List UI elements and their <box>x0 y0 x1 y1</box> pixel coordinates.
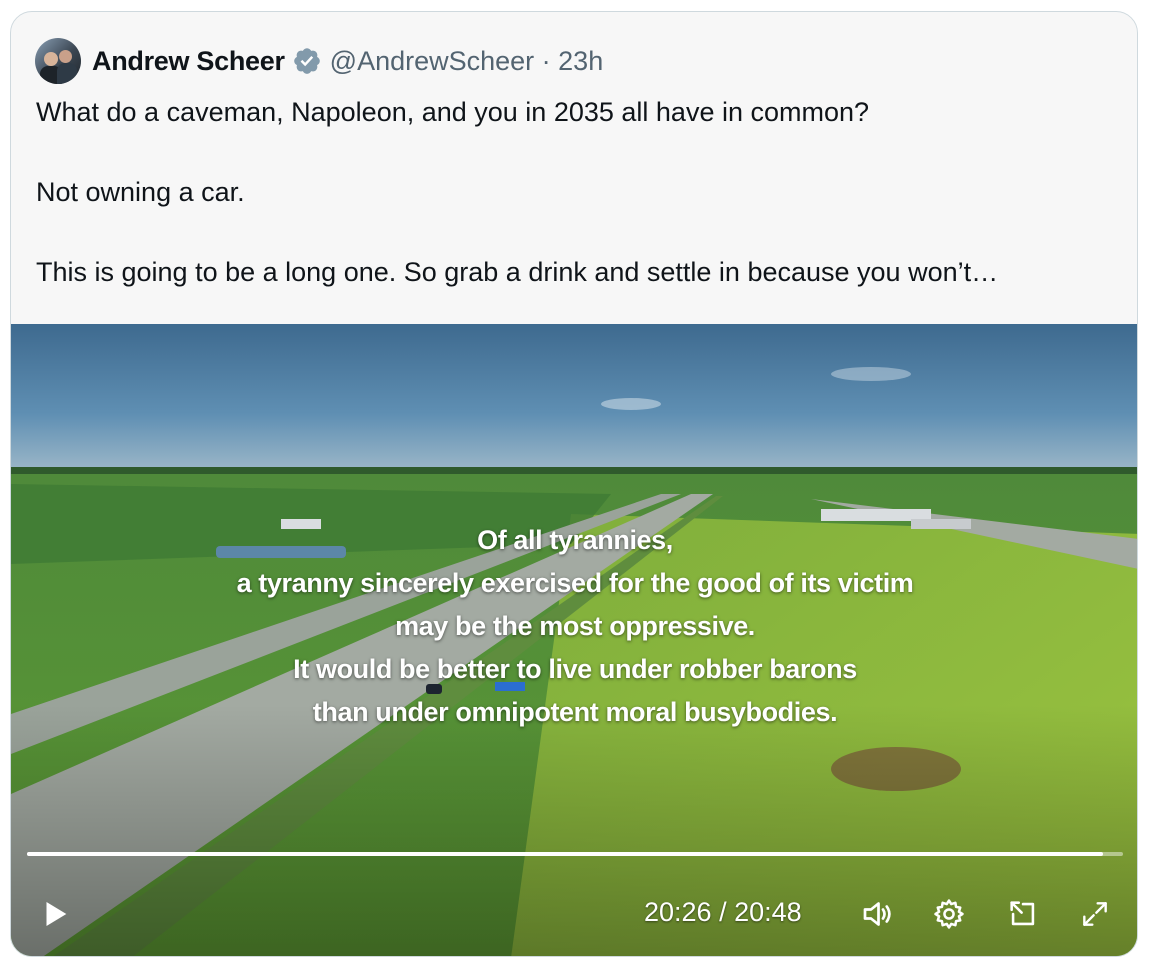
fullscreen-icon[interactable] <box>1075 894 1115 934</box>
author-avatar[interactable] <box>35 38 81 84</box>
pop-out-icon[interactable] <box>1003 894 1043 934</box>
caption-line: a tyranny sincerely exercised for the go… <box>236 568 914 598</box>
volume-icon[interactable] <box>857 894 897 934</box>
author-handle-time[interactable]: @AndrewScheer · 23h <box>330 46 604 77</box>
tweet-header: Andrew Scheer @AndrewScheer · 23h <box>35 38 603 84</box>
video-controls: 20:26 / 20:48 <box>11 884 1137 944</box>
tweet-text: What do a caveman, Napoleon, and you in … <box>36 97 999 287</box>
video-player[interactable]: Of all tyrannies, a tyranny sincerely ex… <box>11 324 1137 956</box>
tweet-card[interactable]: Andrew Scheer @AndrewScheer · 23h What d… <box>10 11 1138 957</box>
video-progress-fill <box>27 852 1104 856</box>
caption-line: than under omnipotent moral busybodies. <box>312 697 838 727</box>
caption-line: It would be better to live under robber … <box>293 654 857 684</box>
caption-line: Of all tyrannies, <box>477 525 673 555</box>
play-icon[interactable] <box>35 894 75 934</box>
video-progress-bar[interactable] <box>27 852 1123 856</box>
video-caption: Of all tyrannies, a tyranny sincerely ex… <box>11 519 1137 734</box>
settings-gear-icon[interactable] <box>929 894 969 934</box>
author-name[interactable]: Andrew Scheer <box>92 46 285 77</box>
caption-line: may be the most oppressive. <box>395 611 755 641</box>
video-time: 20:26 / 20:48 <box>644 897 802 927</box>
verified-badge-icon[interactable] <box>292 46 322 76</box>
